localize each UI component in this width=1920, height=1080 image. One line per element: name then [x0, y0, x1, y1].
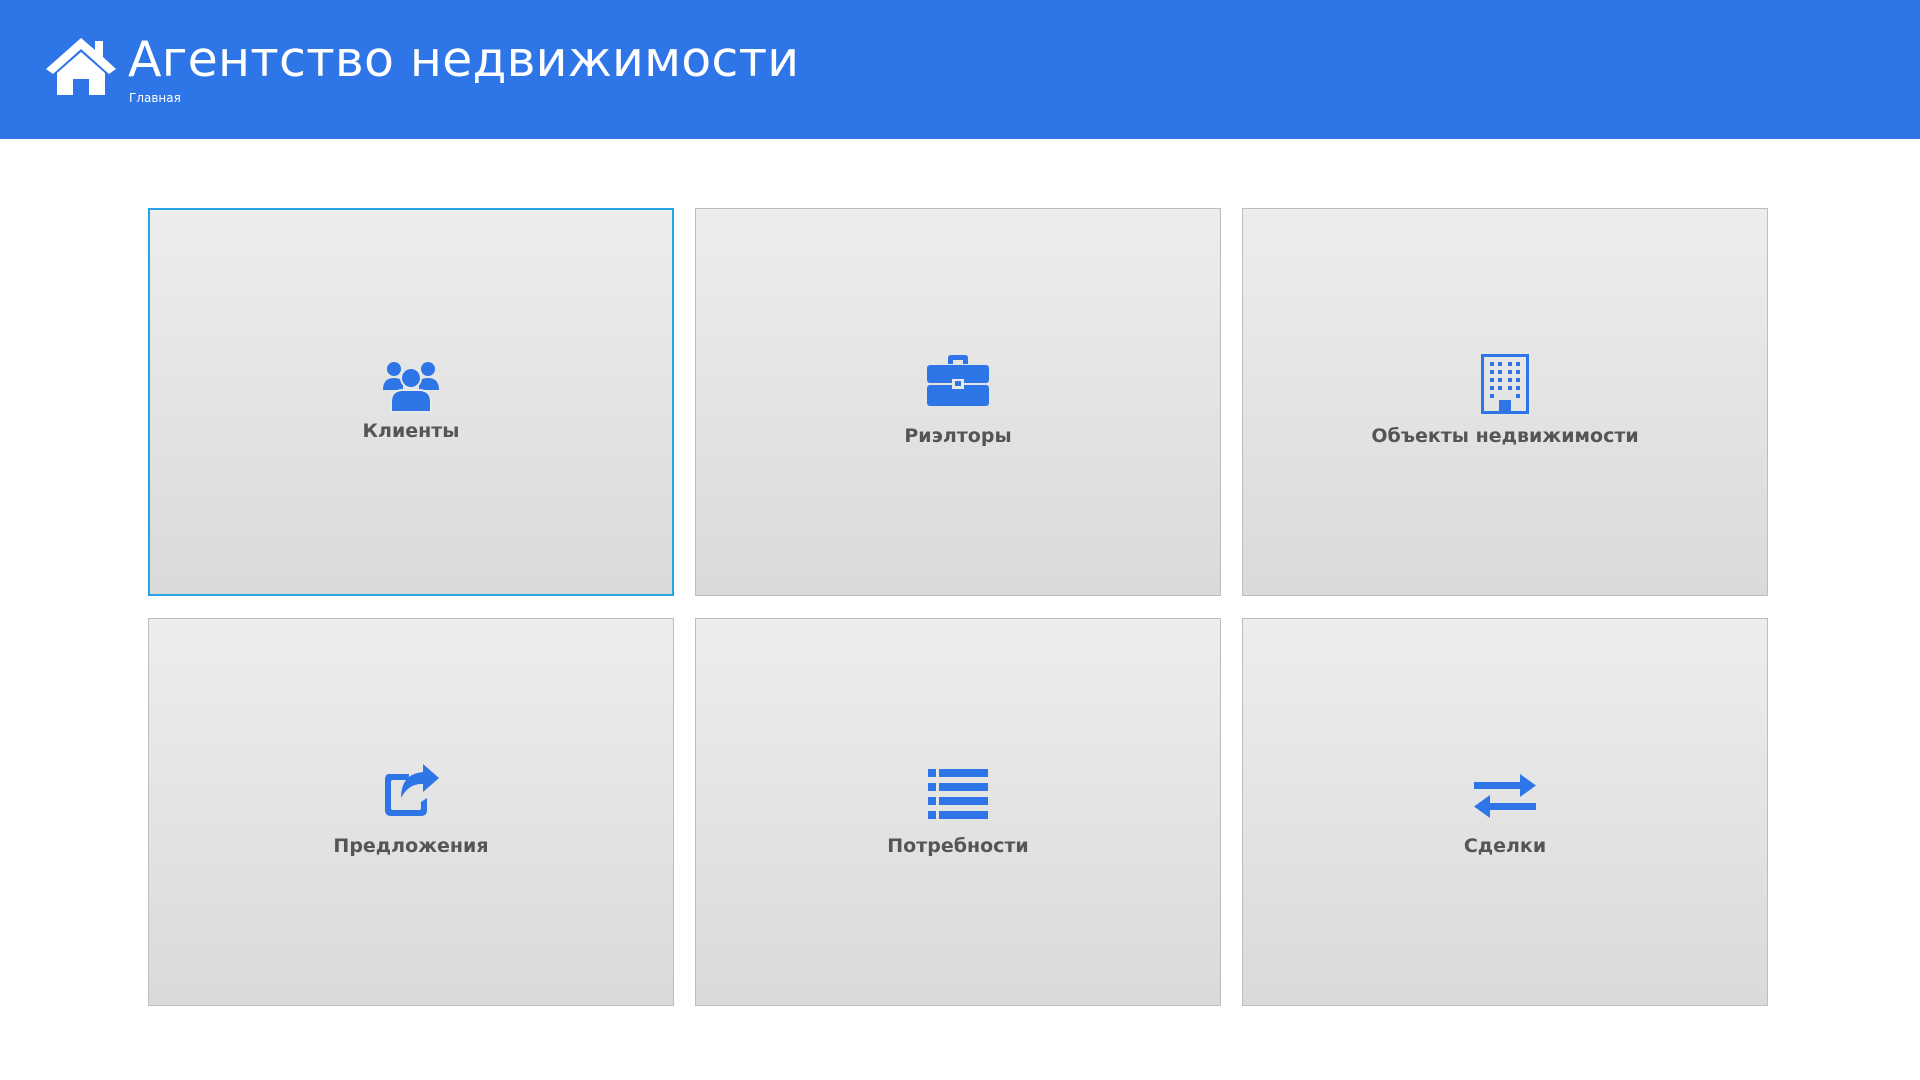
share-icon: [385, 764, 439, 816]
tile-deals[interactable]: Сделки: [1242, 618, 1768, 1006]
tile-needs[interactable]: Потребности: [695, 618, 1221, 1006]
tile-clients[interactable]: Клиенты: [148, 208, 674, 596]
tile-label: Потребности: [887, 835, 1029, 857]
tile-label: Сделки: [1463, 835, 1547, 857]
home-icon[interactable]: [44, 36, 118, 96]
list-icon: [928, 769, 988, 819]
tile-label: Предложения: [333, 835, 489, 857]
building-icon: [1481, 354, 1529, 414]
tile-realtors[interactable]: Риэлторы: [695, 208, 1221, 596]
exchange-icon: [1474, 774, 1536, 818]
briefcase-icon: [927, 355, 989, 406]
users-icon: [383, 362, 439, 412]
tile-properties[interactable]: Объекты недвижимости: [1242, 208, 1768, 596]
app-header: Агентство недвижимости Главная: [0, 0, 1920, 139]
app-title: Агентство недвижимости: [128, 31, 800, 88]
tile-label: Объекты недвижимости: [1371, 425, 1639, 447]
tile-label: Клиенты: [362, 420, 460, 442]
tile-offers[interactable]: Предложения: [148, 618, 674, 1006]
tile-label: Риэлторы: [904, 425, 1012, 447]
breadcrumb: Главная: [129, 91, 181, 105]
